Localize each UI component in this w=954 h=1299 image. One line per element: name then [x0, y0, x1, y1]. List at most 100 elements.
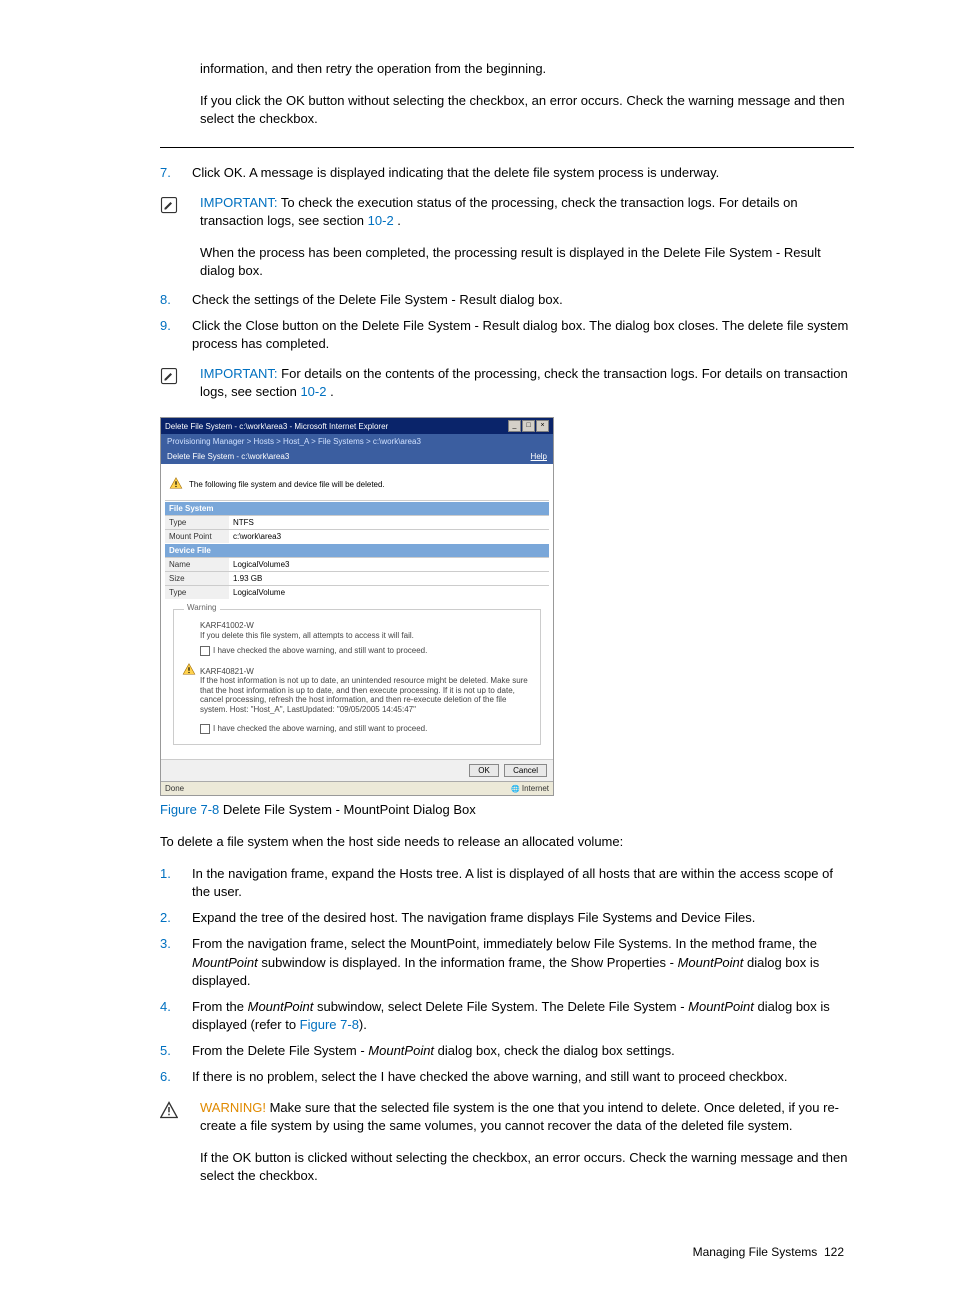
status-zone: Internet	[511, 784, 549, 793]
important-label: IMPORTANT:	[200, 366, 278, 381]
step-7: 7. Click OK. A message is displayed indi…	[160, 164, 854, 182]
warning-2: KARF40821-W If the host information is n…	[200, 667, 532, 715]
window-controls: _□×	[507, 420, 549, 432]
step-number: 8.	[160, 291, 192, 309]
table-row: TypeLogicalVolume	[165, 586, 549, 600]
warning-note: WARNING! Make sure that the selected fil…	[160, 1099, 854, 1186]
table-row: TypeNTFS	[165, 516, 549, 530]
step-4: 4. From the MountPoint subwindow, select…	[160, 998, 854, 1034]
cell-label: Type	[165, 586, 229, 600]
dialog-header: Delete File System - c:\work\area3 Help	[161, 449, 553, 464]
cell-value: LogicalVolume3	[229, 558, 549, 572]
page-content: information, and then retry the operatio…	[0, 0, 954, 1299]
help-link[interactable]: Help	[531, 452, 547, 461]
warning-box: Warning KARF41002-W If you delete this f…	[173, 609, 541, 744]
note-pencil-icon	[160, 196, 180, 281]
warning-legend: Warning	[184, 603, 220, 612]
figure-title: Delete File System - MountPoint Dialog B…	[219, 802, 476, 817]
warning-message: If you delete this file system, all atte…	[200, 631, 532, 641]
window-title-bar: Delete File System - c:\work\area3 - Mic…	[161, 418, 553, 434]
dialog-body: The following file system and device fil…	[161, 464, 553, 758]
important-label: IMPORTANT:	[200, 195, 278, 210]
warning-1: KARF41002-W If you delete this file syst…	[200, 621, 532, 640]
step-6: 6. If there is no problem, select the I …	[160, 1068, 854, 1086]
page-footer: Managing File Systems 122	[100, 1245, 854, 1259]
step-body: From the navigation frame, select the Mo…	[192, 935, 854, 990]
important-text-a: For details on the contents of the proce…	[200, 366, 848, 399]
step-number: 2.	[160, 909, 192, 927]
important-note-2: IMPORTANT: For details on the contents o…	[160, 365, 854, 401]
step-number: 6.	[160, 1068, 192, 1086]
important-body: IMPORTANT: For details on the contents o…	[200, 365, 854, 401]
warning-code: KARF41002-W	[200, 621, 532, 631]
cell-value: LogicalVolume	[229, 586, 549, 600]
important-follow: When the process has been completed, the…	[200, 244, 854, 280]
important-note-1: IMPORTANT: To check the execution status…	[160, 194, 854, 281]
top-warning-text: The following file system and device fil…	[189, 480, 385, 489]
minimize-button[interactable]: _	[508, 420, 521, 432]
figure-number: Figure 7-8	[160, 802, 219, 817]
cell-label: Type	[165, 516, 229, 530]
step-body: From the Delete File System - MountPoint…	[192, 1042, 854, 1060]
step-number: 7.	[160, 164, 192, 182]
dialog-window: Delete File System - c:\work\area3 - Mic…	[160, 417, 554, 795]
step-body: Click OK. A message is displayed indicat…	[192, 164, 854, 182]
step-number: 1.	[160, 865, 192, 901]
proceed-checkbox-1[interactable]: I have checked the above warning, and st…	[200, 646, 532, 656]
divider	[160, 147, 854, 148]
status-done: Done	[165, 784, 184, 793]
footer-section: Managing File Systems	[693, 1245, 818, 1259]
important-body: IMPORTANT: To check the execution status…	[200, 194, 854, 281]
cell-value: 1.93 GB	[229, 572, 549, 586]
table-row: Mount Pointc:\work\area3	[165, 530, 549, 544]
warning-label: WARNING!	[200, 1100, 266, 1115]
warning-text: Make sure that the selected file system …	[200, 1100, 839, 1133]
checkbox-label: I have checked the above warning, and st…	[213, 724, 427, 733]
table-row: NameLogicalVolume3	[165, 558, 549, 572]
intro-paragraph-2: If you click the OK button without selec…	[200, 92, 854, 128]
proceed-checkbox-2[interactable]: I have checked the above warning, and st…	[200, 724, 532, 734]
footer-page-number: 122	[824, 1245, 844, 1259]
note-pencil-icon	[160, 367, 180, 401]
warning-code: KARF40821-W	[200, 667, 532, 677]
lead-paragraph: To delete a file system when the host si…	[160, 833, 854, 851]
step-body: Expand the tree of the desired host. The…	[192, 909, 854, 927]
cell-value: NTFS	[229, 516, 549, 530]
step-2: 2. Expand the tree of the desired host. …	[160, 909, 854, 927]
cancel-button[interactable]: Cancel	[504, 764, 547, 777]
figure-link-7-8[interactable]: Figure 7-8	[300, 1017, 359, 1032]
section-header-devicefile: Device File	[165, 543, 549, 557]
ok-button[interactable]: OK	[469, 764, 499, 777]
step-5: 5. From the Delete File System - MountPo…	[160, 1042, 854, 1060]
section-header-filesystem: File System	[165, 501, 549, 515]
cell-label: Mount Point	[165, 530, 229, 544]
top-warning-row: The following file system and device fil…	[165, 468, 549, 501]
step-number: 9.	[160, 317, 192, 353]
step-number: 5.	[160, 1042, 192, 1060]
step-3: 3. From the navigation frame, select the…	[160, 935, 854, 990]
status-bar: Done Internet	[161, 781, 553, 795]
checkbox-icon[interactable]	[200, 724, 210, 734]
maximize-button[interactable]: □	[522, 420, 535, 432]
section-link-10-2[interactable]: 10-2	[300, 384, 326, 399]
important-text-a: To check the execution status of the pro…	[200, 195, 798, 228]
cell-label: Size	[165, 572, 229, 586]
devicefile-table: NameLogicalVolume3 Size1.93 GB TypeLogic…	[165, 557, 549, 599]
step-body: From the MountPoint subwindow, select De…	[192, 998, 854, 1034]
important-period: .	[326, 384, 333, 399]
warning-message: If the host information is not up to dat…	[200, 676, 532, 714]
checkbox-icon[interactable]	[200, 646, 210, 656]
warning-triangle-icon	[182, 662, 196, 678]
important-period: .	[394, 213, 401, 228]
step-9: 9. Click the Close button on the Delete …	[160, 317, 854, 353]
intro-paragraph-1: information, and then retry the operatio…	[200, 60, 854, 78]
ordered-list-a-cont: 8. Check the settings of the Delete File…	[100, 291, 854, 354]
section-link-10-2[interactable]: 10-2	[368, 213, 394, 228]
window-title: Delete File System - c:\work\area3 - Mic…	[165, 422, 388, 431]
step-number: 4.	[160, 998, 192, 1034]
dialog-screenshot: Delete File System - c:\work\area3 - Mic…	[160, 417, 854, 795]
close-button[interactable]: ×	[536, 420, 549, 432]
ordered-list-a: 7. Click OK. A message is displayed indi…	[100, 164, 854, 182]
step-1: 1. In the navigation frame, expand the H…	[160, 865, 854, 901]
step-body: In the navigation frame, expand the Host…	[192, 865, 854, 901]
